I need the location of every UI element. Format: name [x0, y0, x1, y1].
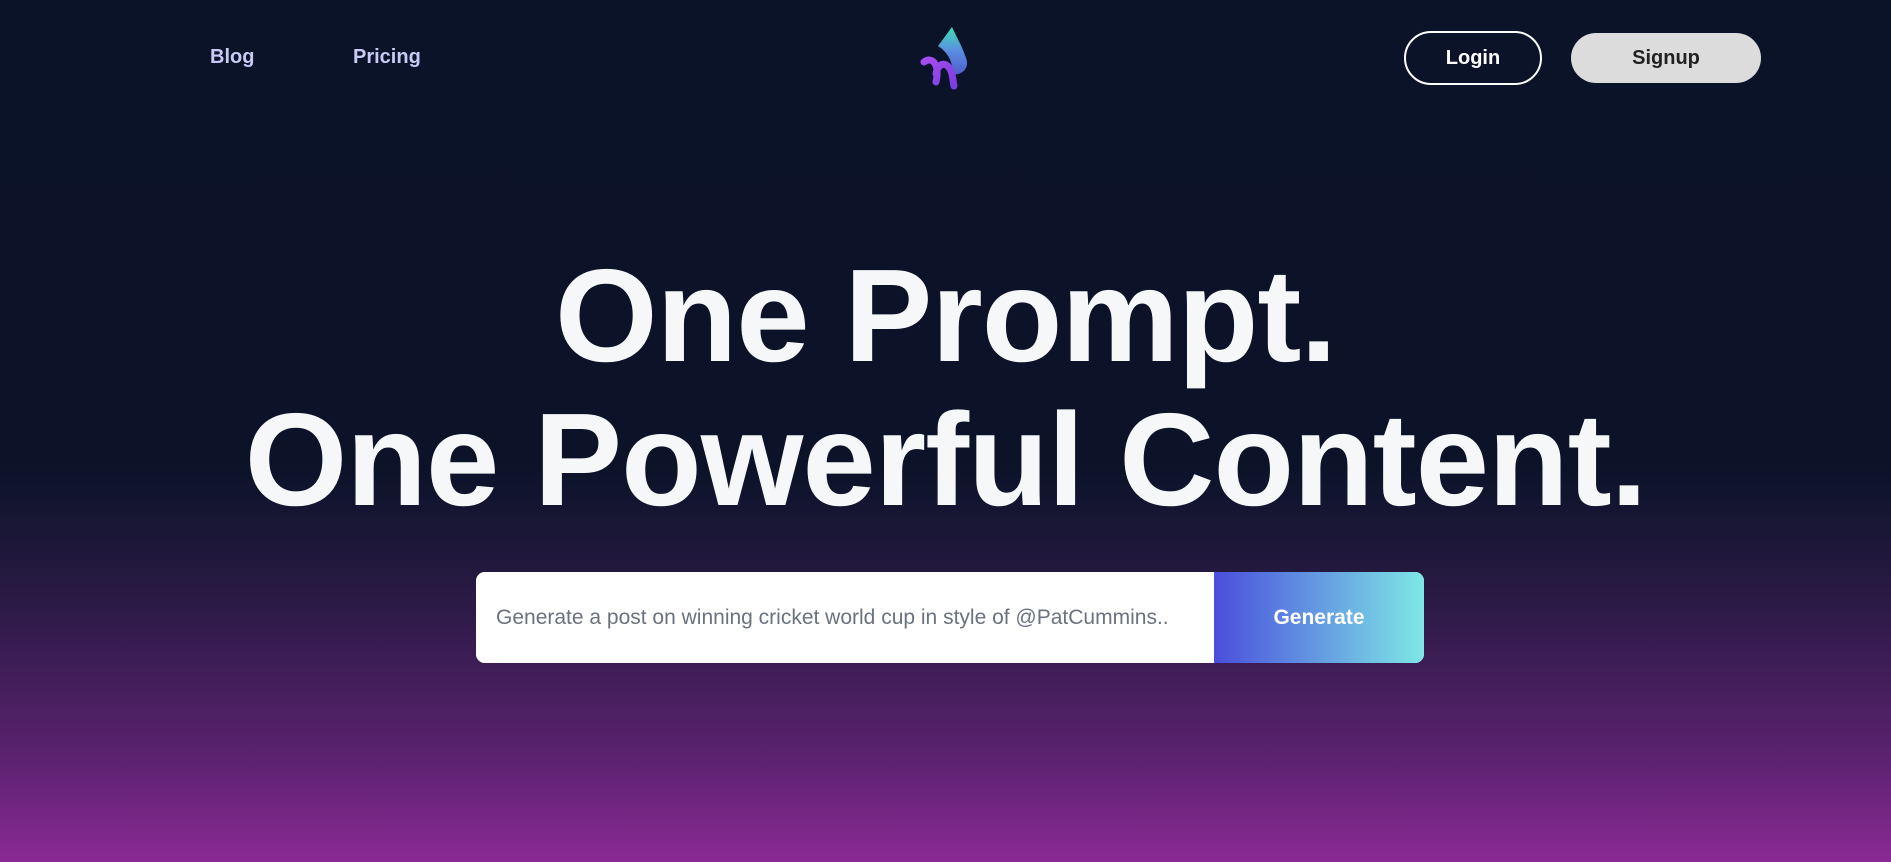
signup-button[interactable]: Signup	[1571, 33, 1761, 83]
brand-logo-icon[interactable]	[918, 24, 978, 92]
hero-headline-line2: One Powerful Content.	[244, 386, 1648, 533]
nav-pricing-link[interactable]: Pricing	[353, 46, 421, 69]
prompt-form: Generate	[476, 572, 1424, 663]
generate-button[interactable]: Generate	[1214, 572, 1424, 663]
nav-blog-link[interactable]: Blog	[210, 46, 254, 69]
login-button[interactable]: Login	[1404, 31, 1542, 85]
hero-headline-line1: One Prompt.	[554, 242, 1337, 389]
prompt-input[interactable]	[476, 572, 1214, 663]
